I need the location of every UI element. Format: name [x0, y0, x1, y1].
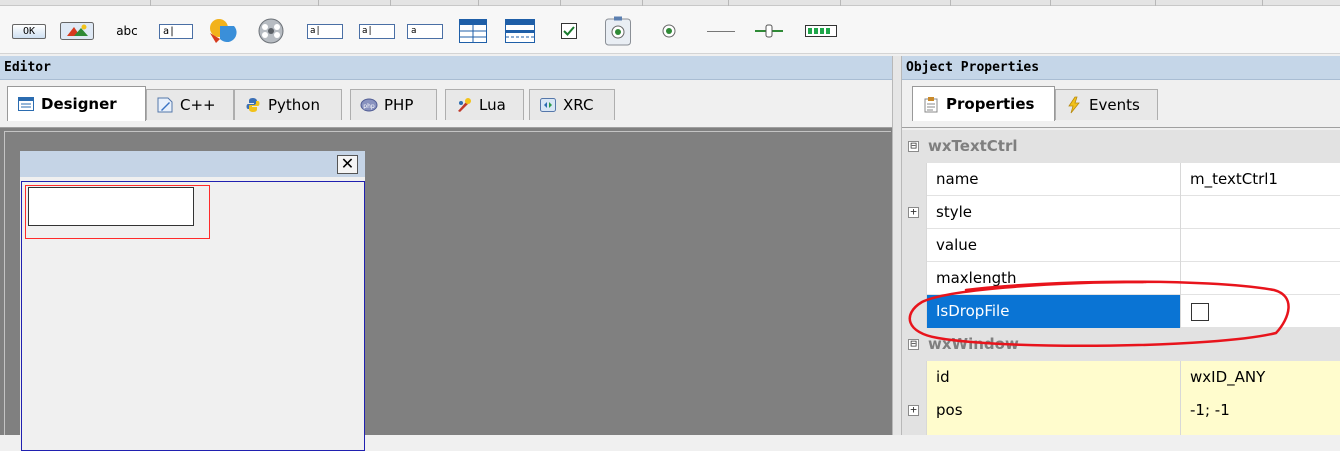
events-icon [1068, 96, 1080, 114]
static-line-icon[interactable] [706, 17, 736, 45]
tab-php-label: PHP [384, 96, 414, 114]
choice-icon[interactable] [254, 17, 288, 45]
php-icon: php [360, 98, 378, 112]
property-row-value[interactable]: value [902, 229, 1340, 262]
list-box-icon[interactable]: a| [306, 17, 344, 45]
bitmap-button-icon[interactable] [60, 17, 94, 45]
tab-cpp[interactable]: C++ [146, 89, 234, 120]
tab-cpp-label: C++ [180, 96, 216, 114]
property-value[interactable]: -1; -1 [1180, 394, 1340, 427]
lua-icon [458, 98, 471, 112]
gauge-icon[interactable] [804, 17, 838, 45]
tab-xrc-label: XRC [563, 96, 594, 114]
property-name: pos [926, 394, 1180, 427]
red-annotation-ellipse [908, 280, 1290, 348]
python-icon [246, 98, 260, 112]
list-box-icon-label: a| [307, 23, 343, 39]
tab-lua-label: Lua [479, 96, 506, 114]
component-palette-toolbar: OK abc a| a| a| a [0, 0, 1340, 54]
editor-panel-title: Editor [0, 56, 900, 80]
property-value[interactable]: m_textCtrl1 [1180, 163, 1340, 196]
property-row-name[interactable]: name m_textCtrl1 [902, 163, 1340, 196]
property-row-pos[interactable]: + pos -1; -1 [902, 394, 1340, 427]
property-row-partial[interactable] [902, 427, 1340, 435]
combo-box-icon[interactable] [206, 17, 240, 45]
property-value[interactable] [1180, 229, 1340, 262]
properties-icon [924, 97, 938, 113]
list-ctrl-icon[interactable] [458, 17, 488, 45]
property-value[interactable]: wxID_ANY [1180, 361, 1340, 394]
property-value[interactable] [1180, 196, 1340, 229]
xrc-icon [540, 98, 556, 112]
tab-lua[interactable]: Lua [445, 89, 524, 120]
property-name: style [926, 196, 1180, 229]
tab-python[interactable]: Python [234, 89, 342, 120]
text-ctrl-icon-label: a| [159, 23, 193, 39]
tab-properties-label: Properties [946, 95, 1035, 113]
property-name: id [926, 361, 1180, 394]
panel-splitter[interactable] [892, 56, 902, 435]
tab-xrc[interactable]: XRC [529, 89, 615, 120]
designer-frame-preview[interactable]: ✕ [20, 151, 365, 451]
radio-button-icon[interactable] [660, 17, 678, 45]
cpp-icon [157, 97, 173, 113]
properties-tab-bar: Properties Events [902, 80, 1340, 128]
property-row-style[interactable]: + style [902, 196, 1340, 229]
tab-python-label: Python [268, 96, 320, 114]
button-icon[interactable]: OK [12, 17, 46, 45]
designer-icon [18, 97, 34, 111]
dropdown-icon-label: a [407, 23, 443, 39]
tab-designer[interactable]: Designer [7, 86, 146, 121]
property-name: value [926, 229, 1180, 262]
tab-designer-label: Designer [41, 95, 117, 113]
spin-ctrl-icon[interactable]: a| [358, 17, 396, 45]
category-wxtextctrl[interactable]: ⊟ wxTextCtrl [902, 130, 1340, 163]
properties-panel-title: Object Properties [902, 56, 1340, 80]
frame-title-bar: ✕ [20, 151, 365, 177]
tab-php[interactable]: php PHP [350, 89, 437, 120]
tab-properties[interactable]: Properties [912, 86, 1055, 121]
text-ctrl-icon[interactable]: a| [158, 17, 194, 45]
expand-icon[interactable]: + [908, 404, 919, 416]
dropdown-icon[interactable]: a [406, 17, 444, 45]
property-row-id[interactable]: id wxID_ANY [902, 361, 1340, 394]
tab-events[interactable]: Events [1055, 89, 1158, 120]
grid-icon[interactable] [504, 17, 536, 45]
checkbox-icon[interactable] [560, 17, 578, 45]
button-icon-label: OK [12, 23, 46, 39]
spin-ctrl-icon-label: a| [359, 23, 395, 39]
radio-box-icon[interactable] [604, 16, 632, 46]
text-ctrl-widget[interactable] [28, 187, 194, 226]
property-name: name [926, 163, 1180, 196]
close-icon[interactable]: ✕ [337, 155, 358, 174]
editor-tab-bar: Designer C++ Python php PHP Lua XRC [0, 80, 900, 128]
static-text-icon[interactable]: abc [114, 17, 140, 45]
palette-tab-strip [0, 0, 1340, 6]
tab-events-label: Events [1089, 96, 1140, 114]
svg-text:php: php [363, 103, 375, 110]
expand-icon[interactable]: + [908, 206, 919, 218]
category-label: wxTextCtrl [928, 137, 1018, 155]
frame-sizer[interactable] [21, 181, 365, 451]
slider-icon[interactable] [754, 17, 784, 45]
